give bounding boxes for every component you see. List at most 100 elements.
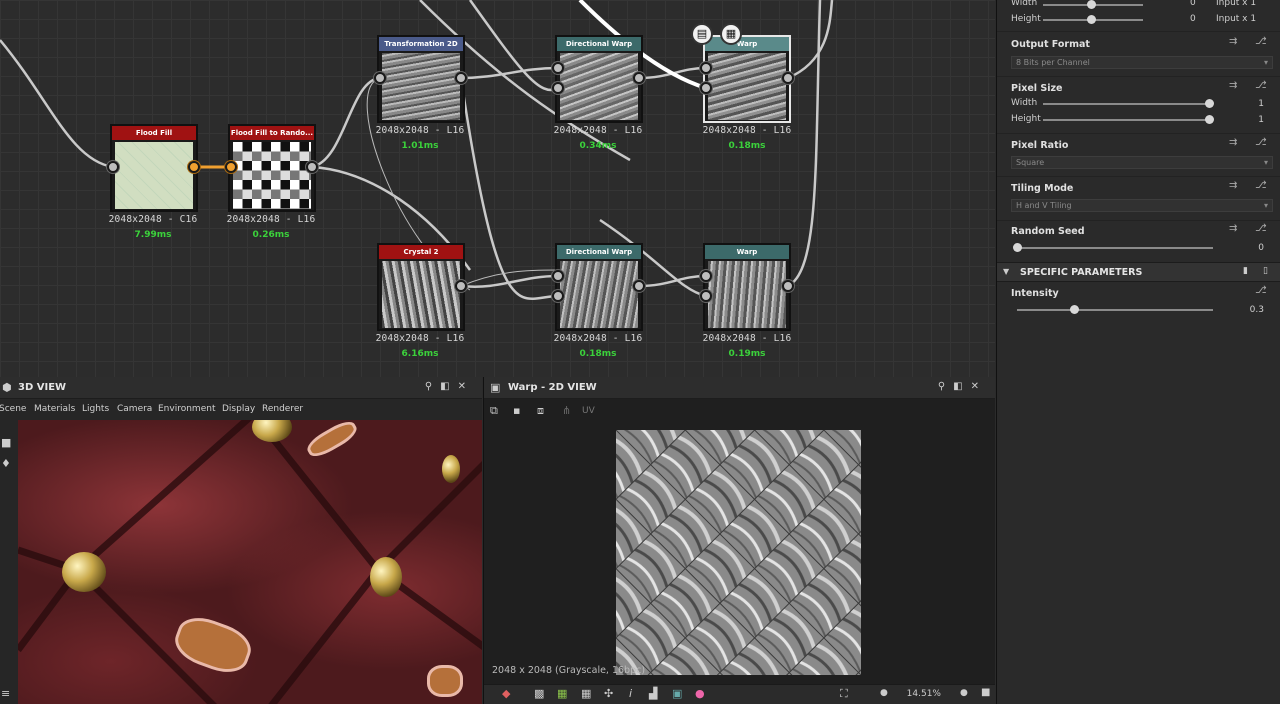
- input-port[interactable]: [107, 161, 119, 173]
- node-warp-selected[interactable]: Warp: [703, 35, 791, 123]
- function-icon[interactable]: ⇉: [1229, 223, 1237, 234]
- link-icon[interactable]: ⎇: [1255, 180, 1267, 191]
- save-icon[interactable]: ▪: [513, 404, 520, 417]
- menu-environment[interactable]: Environment: [158, 404, 215, 414]
- lock-icon[interactable]: ■: [981, 687, 990, 698]
- input-port[interactable]: [700, 270, 712, 282]
- link-icon[interactable]: ⎇: [1255, 137, 1267, 148]
- zoom-level[interactable]: 14.51%: [907, 689, 941, 699]
- hierarchy-icon[interactable]: ≡: [1, 687, 10, 700]
- menu-materials[interactable]: Materials: [34, 404, 75, 414]
- output-port[interactable]: [782, 72, 794, 84]
- pixel-ratio-dropdown[interactable]: Square: [1011, 156, 1273, 169]
- grid-icon[interactable]: ▦: [581, 687, 591, 700]
- display-icon[interactable]: ▣: [672, 687, 682, 700]
- light-icon[interactable]: ♦: [1, 457, 11, 470]
- tiling-mode-dropdown[interactable]: H and V Tiling: [1011, 199, 1273, 212]
- output-port[interactable]: [455, 72, 467, 84]
- page-alt-icon[interactable]: ▯: [1263, 266, 1268, 276]
- pin-icon[interactable]: ⚲: [425, 381, 440, 392]
- link-icon[interactable]: ⎇: [1255, 80, 1267, 91]
- output-port[interactable]: [633, 72, 645, 84]
- zoom-out-icon[interactable]: ●: [880, 688, 888, 698]
- 3d-view-titlebar: ⬢ 3D VIEW ⚲◧✕: [0, 377, 482, 399]
- collapse-icon[interactable]: ▼: [1003, 267, 1009, 276]
- zoom-in-icon[interactable]: ●: [960, 688, 968, 698]
- node-thumbnail: [115, 142, 193, 209]
- pin-icon[interactable]: ⚲: [938, 381, 953, 392]
- output-port[interactable]: [633, 280, 645, 292]
- color-wheel-icon[interactable]: ●: [695, 687, 705, 700]
- input-port[interactable]: [552, 290, 564, 302]
- link-icon[interactable]: ⎇: [1255, 285, 1267, 296]
- input-port[interactable]: [225, 161, 237, 173]
- node-warp-bottom[interactable]: Warp: [703, 243, 791, 331]
- info-icon[interactable]: i: [629, 687, 632, 700]
- checker-icon[interactable]: ▦: [720, 23, 742, 45]
- function-icon[interactable]: ⇉: [1229, 36, 1237, 47]
- layers-icon[interactable]: ◆: [502, 687, 510, 700]
- export-icon[interactable]: ⧈: [537, 404, 544, 418]
- node-graph[interactable]: Flood Fill 2048x2048 - C16 7.99ms Flood …: [0, 0, 995, 377]
- link-icon[interactable]: ⎇: [1255, 223, 1267, 234]
- uv-dropdown[interactable]: UV: [582, 406, 595, 416]
- menu-lights[interactable]: Lights: [82, 404, 109, 414]
- page-icon[interactable]: ▮: [1243, 266, 1248, 276]
- input-port[interactable]: [700, 62, 712, 74]
- node-flood-fill-to-random[interactable]: Flood Fill to Rando...: [228, 124, 316, 212]
- copy-icon[interactable]: ⧉: [490, 404, 498, 418]
- texture-preview[interactable]: [616, 430, 861, 675]
- function-icon[interactable]: ⇉: [1229, 137, 1237, 148]
- 3d-render-viewport[interactable]: [18, 420, 482, 704]
- menu-camera[interactable]: Camera: [117, 404, 152, 414]
- input-port[interactable]: [700, 82, 712, 94]
- camera-icon[interactable]: ■: [1, 436, 11, 449]
- close-icon[interactable]: ✕: [971, 381, 987, 392]
- crosshair-icon[interactable]: ✣: [604, 687, 613, 700]
- input-port[interactable]: [552, 270, 564, 282]
- specific-parameters-header[interactable]: ▼ SPECIFIC PARAMETERS ▮ ▯: [997, 262, 1280, 282]
- color-icon[interactable]: ▦: [557, 687, 567, 700]
- menu-renderer[interactable]: Renderer: [262, 404, 303, 414]
- node-directional-warp-top[interactable]: Directional Warp: [555, 35, 643, 123]
- fit-icon[interactable]: ⛶: [840, 687, 848, 701]
- menu-scene[interactable]: Scene: [0, 404, 26, 414]
- node-resolution: 2048x2048 - L16: [226, 214, 316, 225]
- height-slider[interactable]: [1043, 15, 1143, 24]
- node-flood-fill[interactable]: Flood Fill: [110, 124, 198, 212]
- node-crystal-2[interactable]: Crystal 2: [377, 243, 465, 331]
- input-port[interactable]: [374, 72, 386, 84]
- output-port[interactable]: [306, 161, 318, 173]
- random-seed-slider[interactable]: [1013, 243, 1213, 252]
- menu-display[interactable]: Display: [222, 404, 255, 414]
- close-icon[interactable]: ✕: [458, 381, 474, 392]
- specific-parameters-title: SPECIFIC PARAMETERS: [1020, 267, 1143, 278]
- height-mode[interactable]: Input x 1: [1216, 14, 1256, 24]
- output-port[interactable]: [455, 280, 467, 292]
- maximize-icon[interactable]: ◧: [953, 381, 970, 392]
- maximize-icon[interactable]: ◧: [440, 381, 457, 392]
- intensity-slider[interactable]: [1017, 305, 1213, 314]
- link-icon[interactable]: ⎇: [1255, 36, 1267, 47]
- input-port[interactable]: [700, 290, 712, 302]
- function-icon[interactable]: ⇉: [1229, 180, 1237, 191]
- output-format-dropdown[interactable]: 8 Bits per Channel: [1011, 56, 1273, 69]
- histogram-icon[interactable]: ▟: [649, 687, 657, 700]
- checker-icon[interactable]: ▩: [534, 687, 544, 700]
- output-port[interactable]: [188, 161, 200, 173]
- pixel-height-slider[interactable]: [1043, 115, 1214, 124]
- node-thumbnail: [382, 53, 460, 120]
- document-icon[interactable]: ▤: [691, 23, 713, 45]
- input-port[interactable]: [552, 82, 564, 94]
- pixel-width-slider[interactable]: [1043, 99, 1214, 108]
- uv-icon[interactable]: ⋔: [562, 404, 571, 417]
- tiling-mode-label: Tiling Mode: [1011, 183, 1074, 194]
- node-directional-warp-bottom[interactable]: Directional Warp: [555, 243, 643, 331]
- input-port[interactable]: [552, 62, 564, 74]
- width-slider[interactable]: [1043, 0, 1143, 9]
- output-port[interactable]: [782, 280, 794, 292]
- function-icon[interactable]: ⇉: [1229, 80, 1237, 91]
- width-mode[interactable]: Input x 1: [1216, 0, 1256, 8]
- node-transformation-2d[interactable]: Transformation 2D: [377, 35, 465, 123]
- height-value: 0: [1190, 14, 1196, 24]
